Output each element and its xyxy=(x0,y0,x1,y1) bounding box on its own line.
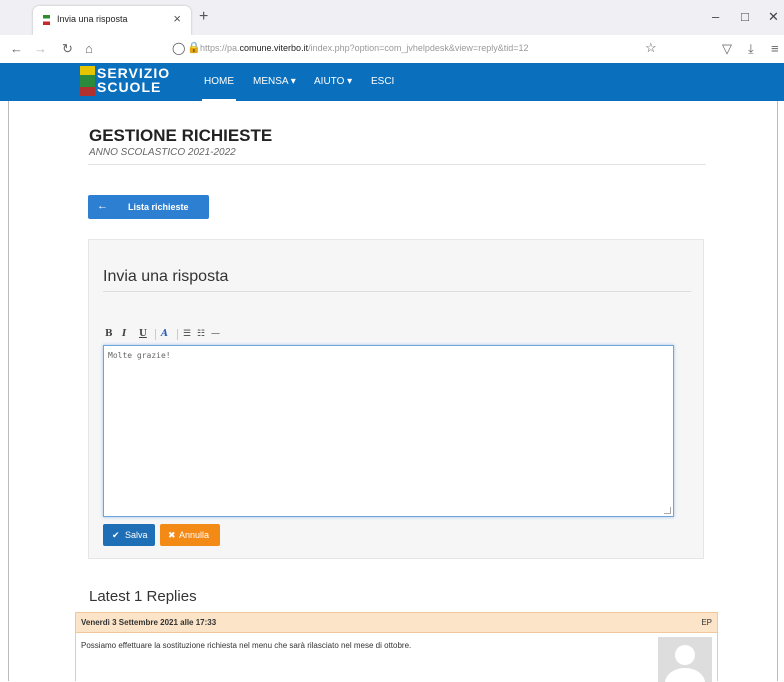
list-requests-button[interactable]: ← Lista richieste xyxy=(88,195,209,219)
resize-handle-icon[interactable] xyxy=(664,507,671,514)
menu-esci[interactable]: ESCI xyxy=(371,76,394,87)
site-logo[interactable]: SERVIZIO SCUOLE xyxy=(97,66,170,94)
pocket-icon[interactable]: ▽ xyxy=(722,41,732,57)
new-tab-button[interactable]: + xyxy=(199,8,208,26)
forward-icon[interactable]: → xyxy=(34,41,47,56)
menu-icon[interactable]: ≡ xyxy=(771,41,779,56)
list-requests-label: Lista richieste xyxy=(128,202,189,212)
reload-icon[interactable]: ↻ xyxy=(62,41,73,57)
logo-line2: SCUOLE xyxy=(97,79,162,95)
check-icon: ✔ xyxy=(112,530,120,540)
bold-icon[interactable]: B xyxy=(105,329,113,339)
reply-editor-text[interactable]: Molte grazie! xyxy=(108,351,171,360)
minimize-icon[interactable]: – xyxy=(712,9,719,24)
reply-panel: Invia una risposta B I U A ☰ ☷ — Molte g… xyxy=(88,239,704,559)
bullet-list-icon[interactable]: ☰ xyxy=(183,329,191,339)
logo-icon[interactable] xyxy=(80,66,95,96)
reply-author-initials: EP xyxy=(701,618,712,627)
italic-icon[interactable]: I xyxy=(122,329,126,339)
avatar xyxy=(658,637,712,682)
cancel-label: Annulla xyxy=(179,530,210,540)
page-title: GESTIONE RICHIESTE xyxy=(89,126,273,145)
reply-panel-title: Invia una risposta xyxy=(103,268,229,285)
horizontal-rule-icon[interactable]: — xyxy=(211,329,220,339)
browser-tabbar: Invia una risposta × + – □ ✕ xyxy=(0,0,784,35)
tab-title: Invia una risposta xyxy=(57,14,128,24)
back-icon[interactable]: ← xyxy=(10,41,23,56)
maximize-icon[interactable]: □ xyxy=(741,9,749,24)
cancel-button[interactable]: ✖ Annulla xyxy=(160,524,220,546)
arrow-left-icon: ← xyxy=(97,200,108,212)
underline-icon[interactable]: U xyxy=(139,329,147,339)
font-color-icon[interactable]: A xyxy=(161,329,168,339)
tab-close-button[interactable]: × xyxy=(173,11,181,26)
reply-editor[interactable]: Molte grazie! xyxy=(103,345,674,517)
favicon-icon xyxy=(43,15,50,25)
toolbar-separator xyxy=(177,329,178,340)
replies-heading: Latest 1 Replies xyxy=(89,588,197,605)
page-subtitle: ANNO SCOLASTICO 2021-2022 xyxy=(89,147,236,158)
address-bar[interactable]: ◯ 🔒 https://pa.comune.viterbo.it/index.p… xyxy=(160,38,680,59)
numbered-list-icon[interactable]: ☷ xyxy=(197,329,205,339)
toolbar-separator xyxy=(155,329,156,340)
browser-tab[interactable]: Invia una risposta × xyxy=(33,6,191,35)
reply-item: Venerdì 3 Settembre 2021 alle 17:33 EP P… xyxy=(75,612,718,682)
reply-message: Possiamo effettuare la sostituzione rich… xyxy=(81,641,412,650)
close-window-icon[interactable]: ✕ xyxy=(768,9,779,25)
save-button[interactable]: ✔ Salva xyxy=(103,524,155,546)
close-icon: ✖ xyxy=(168,530,176,540)
home-icon[interactable]: ⌂ xyxy=(85,41,93,56)
download-icon[interactable]: ⤓ xyxy=(748,41,754,57)
divider xyxy=(103,291,691,292)
save-label: Salva xyxy=(125,530,148,540)
bookmark-star-icon[interactable]: ☆ xyxy=(645,40,657,56)
divider xyxy=(88,164,706,165)
menu-home[interactable]: HOME xyxy=(202,76,236,101)
browser-navbar: ← → ↻ ⌂ ◯ 🔒 https://pa.comune.viterbo.it… xyxy=(0,35,784,64)
logo-line1: SERVIZIO xyxy=(97,65,171,81)
menu-mensa[interactable]: MENSA ▾ xyxy=(253,76,296,87)
site-header: SERVIZIO SCUOLE HOME MENSA ▾ AIUTO ▾ ESC… xyxy=(0,63,784,101)
shield-icon[interactable]: ◯ xyxy=(172,41,185,55)
reply-header: Venerdì 3 Settembre 2021 alle 17:33 EP xyxy=(76,613,717,633)
menu-aiuto[interactable]: AIUTO ▾ xyxy=(314,76,352,87)
reply-date: Venerdì 3 Settembre 2021 alle 17:33 xyxy=(81,618,217,627)
lock-icon[interactable]: 🔒 xyxy=(187,41,201,54)
url-text[interactable]: https://pa.comune.viterbo.it/index.php?o… xyxy=(200,43,528,53)
